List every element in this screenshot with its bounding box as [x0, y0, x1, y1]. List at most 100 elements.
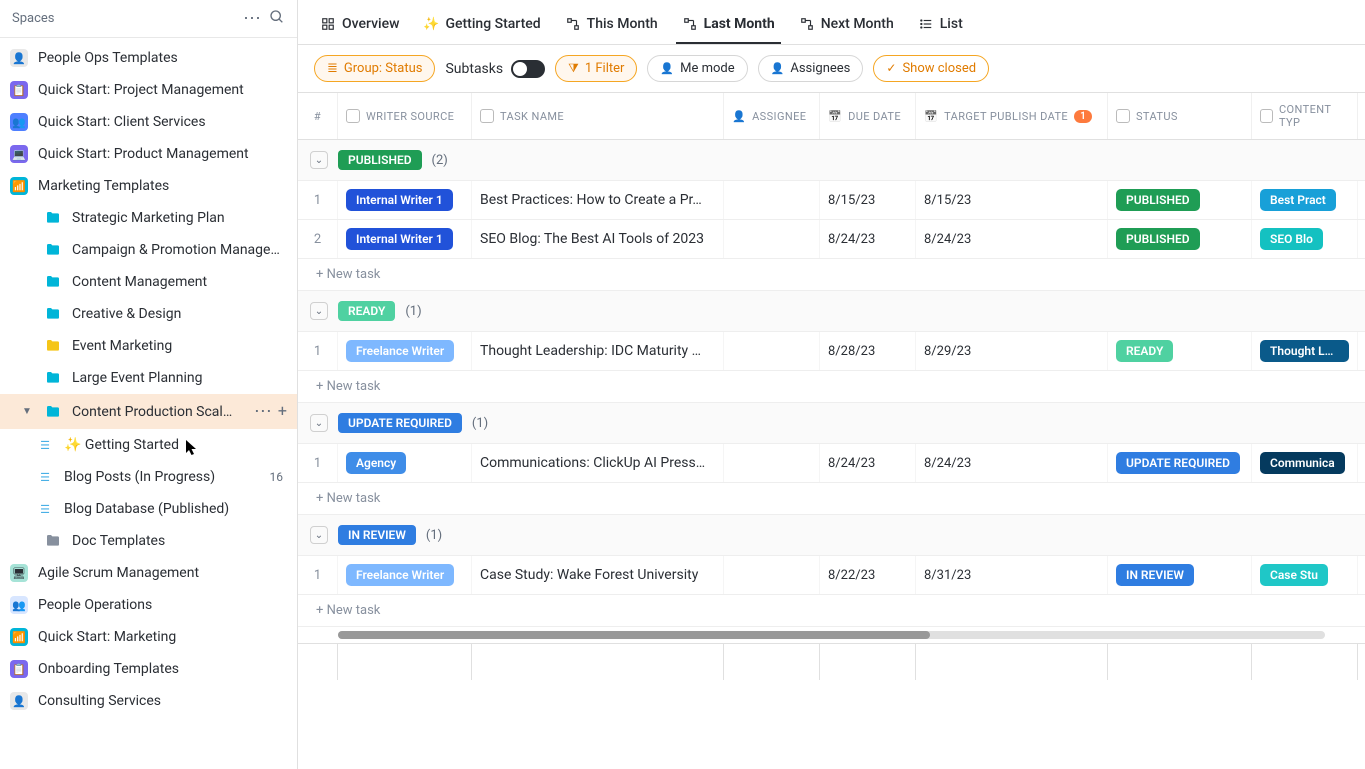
funnel-icon — [568, 61, 579, 76]
table-row[interactable]: 2Internal Writer 1SEO Blog: The Best AI … — [298, 220, 1365, 259]
col-number[interactable]: # — [298, 93, 338, 139]
cell-content-type[interactable]: SEO Blo — [1252, 220, 1358, 258]
cell-content-type[interactable]: Thought Lead — [1252, 332, 1358, 370]
cell-task-name[interactable]: Case Study: Wake Forest University — [472, 556, 724, 594]
cell-status[interactable]: IN REVIEW — [1108, 556, 1252, 594]
tab-overview[interactable]: Overview — [314, 8, 405, 44]
tab-last-month[interactable]: Last Month — [676, 8, 781, 44]
cell-status[interactable]: PUBLISHED — [1108, 181, 1252, 219]
horizontal-scrollbar[interactable] — [338, 631, 1325, 639]
table-row[interactable]: 1Freelance WriterThought Leadership: IDC… — [298, 332, 1365, 371]
sidebar-item[interactable]: 📶Marketing Templates — [0, 170, 297, 202]
sidebar-item[interactable]: Content Management — [0, 266, 297, 298]
sidebar-item[interactable]: ▼Content Production Scal…+ — [0, 394, 297, 429]
col-content-type[interactable]: CONTENT TYP — [1252, 93, 1358, 139]
sidebar-item[interactable]: ☰✨ Getting Started — [0, 429, 297, 461]
col-writer-source[interactable]: WRITER SOURCE — [338, 93, 472, 139]
sidebar-item[interactable]: 👤People Ops Templates — [0, 42, 297, 74]
new-task-button[interactable]: + New task — [298, 371, 1365, 403]
tab-list[interactable]: List — [912, 8, 969, 44]
subtasks-toggle[interactable]: Subtasks — [445, 60, 545, 78]
cell-content-type[interactable]: Case Stu — [1252, 556, 1358, 594]
sidebar-item[interactable]: 💻Quick Start: Product Management — [0, 138, 297, 170]
chevron-down-icon[interactable]: ⌄ — [310, 151, 328, 169]
cell-assignee[interactable] — [724, 556, 820, 594]
cell-content-type[interactable]: Communica — [1252, 444, 1358, 482]
filter-pill[interactable]: 1 Filter — [555, 55, 637, 82]
cell-task-name[interactable]: Thought Leadership: IDC Maturity … — [472, 332, 724, 370]
cell-writer[interactable]: Internal Writer 1 — [338, 220, 472, 258]
sidebar-item[interactable]: Large Event Planning — [0, 362, 297, 394]
col-task-name[interactable]: TASK NAME — [472, 93, 724, 139]
sidebar-item[interactable]: 🖥Agile Scrum Management — [0, 557, 297, 589]
group-header[interactable]: ⌄UPDATE REQUIRED(1) — [298, 403, 1365, 444]
table-row[interactable]: 1Freelance WriterCase Study: Wake Forest… — [298, 556, 1365, 595]
col-assignee[interactable]: ASSIGNEE — [724, 93, 820, 139]
group-header[interactable]: ⌄IN REVIEW(1) — [298, 515, 1365, 556]
status-col-icon — [1116, 109, 1130, 123]
chevron-down-icon[interactable]: ⌄ — [310, 526, 328, 544]
assignees-pill[interactable]: Assignees — [758, 55, 864, 82]
cell-assignee[interactable] — [724, 181, 820, 219]
sidebar-item[interactable]: 👥People Operations — [0, 589, 297, 621]
cell-due-date[interactable]: 8/28/23 — [820, 332, 916, 370]
cell-assignee[interactable] — [724, 444, 820, 482]
cell-target-date[interactable]: 8/31/23 — [916, 556, 1108, 594]
more-icon[interactable] — [254, 401, 272, 422]
sidebar-item[interactable]: 📋Onboarding Templates — [0, 653, 297, 685]
cell-status[interactable]: READY — [1108, 332, 1252, 370]
table-row[interactable]: 1AgencyCommunications: ClickUp AI Press…… — [298, 444, 1365, 483]
tab-getting-started[interactable]: Getting Started — [417, 8, 546, 44]
group-pill[interactable]: Group: Status — [314, 55, 435, 82]
cell-target-date[interactable]: 8/24/23 — [916, 444, 1108, 482]
cell-content-type[interactable]: Best Pract — [1252, 181, 1358, 219]
cell-status[interactable]: PUBLISHED — [1108, 220, 1252, 258]
cell-writer[interactable]: Agency — [338, 444, 472, 482]
sidebar-item[interactable]: 👤Consulting Services — [0, 685, 297, 717]
new-task-button[interactable]: + New task — [298, 259, 1365, 291]
cell-writer[interactable]: Freelance Writer — [338, 332, 472, 370]
cell-target-date[interactable]: 8/24/23 — [916, 220, 1108, 258]
cell-due-date[interactable]: 8/15/23 — [820, 181, 916, 219]
sidebar-item[interactable]: ☰Blog Posts (In Progress)16 — [0, 461, 297, 493]
me-mode-pill[interactable]: Me mode — [647, 55, 747, 82]
search-icon[interactable] — [269, 9, 285, 29]
sidebar-item[interactable]: Strategic Marketing Plan — [0, 202, 297, 234]
tab-next-month[interactable]: Next Month — [793, 8, 900, 44]
col-target-date[interactable]: TARGET PUBLISH DATE1 — [916, 93, 1108, 139]
cell-writer[interactable]: Freelance Writer — [338, 556, 472, 594]
cell-task-name[interactable]: Communications: ClickUp AI Press… — [472, 444, 724, 482]
col-due-date[interactable]: DUE DATE — [820, 93, 916, 139]
sidebar-item[interactable]: 📋Quick Start: Project Management — [0, 74, 297, 106]
sidebar-item[interactable]: 📶Quick Start: Marketing — [0, 621, 297, 653]
group-header[interactable]: ⌄PUBLISHED(2) — [298, 140, 1365, 181]
cell-writer[interactable]: Internal Writer 1 — [338, 181, 472, 219]
more-icon[interactable] — [243, 8, 261, 29]
chevron-down-icon[interactable]: ⌄ — [310, 414, 328, 432]
sidebar-item[interactable]: Creative & Design — [0, 298, 297, 330]
group-header[interactable]: ⌄READY(1) — [298, 291, 1365, 332]
new-task-button[interactable]: + New task — [298, 595, 1365, 627]
new-task-button[interactable]: + New task — [298, 483, 1365, 515]
cell-task-name[interactable]: SEO Blog: The Best AI Tools of 2023 — [472, 220, 724, 258]
cell-target-date[interactable]: 8/15/23 — [916, 181, 1108, 219]
cell-due-date[interactable]: 8/24/23 — [820, 220, 916, 258]
table-row[interactable]: 1Internal Writer 1Best Practices: How to… — [298, 181, 1365, 220]
col-status[interactable]: STATUS — [1108, 93, 1252, 139]
sidebar-item[interactable]: Doc Templates — [0, 525, 297, 557]
cell-assignee[interactable] — [724, 332, 820, 370]
cell-due-date[interactable]: 8/24/23 — [820, 444, 916, 482]
sidebar-item[interactable]: ☰Blog Database (Published) — [0, 493, 297, 525]
sidebar-item[interactable]: 👥Quick Start: Client Services — [0, 106, 297, 138]
sidebar-item[interactable]: Campaign & Promotion Manage… — [0, 234, 297, 266]
sidebar-item[interactable]: Event Marketing — [0, 330, 297, 362]
cell-due-date[interactable]: 8/22/23 — [820, 556, 916, 594]
chevron-down-icon[interactable]: ⌄ — [310, 302, 328, 320]
show-closed-pill[interactable]: Show closed — [873, 55, 989, 82]
cell-target-date[interactable]: 8/29/23 — [916, 332, 1108, 370]
tab-this-month[interactable]: This Month — [559, 8, 664, 44]
cell-assignee[interactable] — [724, 220, 820, 258]
add-icon[interactable]: + — [278, 401, 287, 422]
cell-task-name[interactable]: Best Practices: How to Create a Pr… — [472, 181, 724, 219]
cell-status[interactable]: UPDATE REQUIRED — [1108, 444, 1252, 482]
